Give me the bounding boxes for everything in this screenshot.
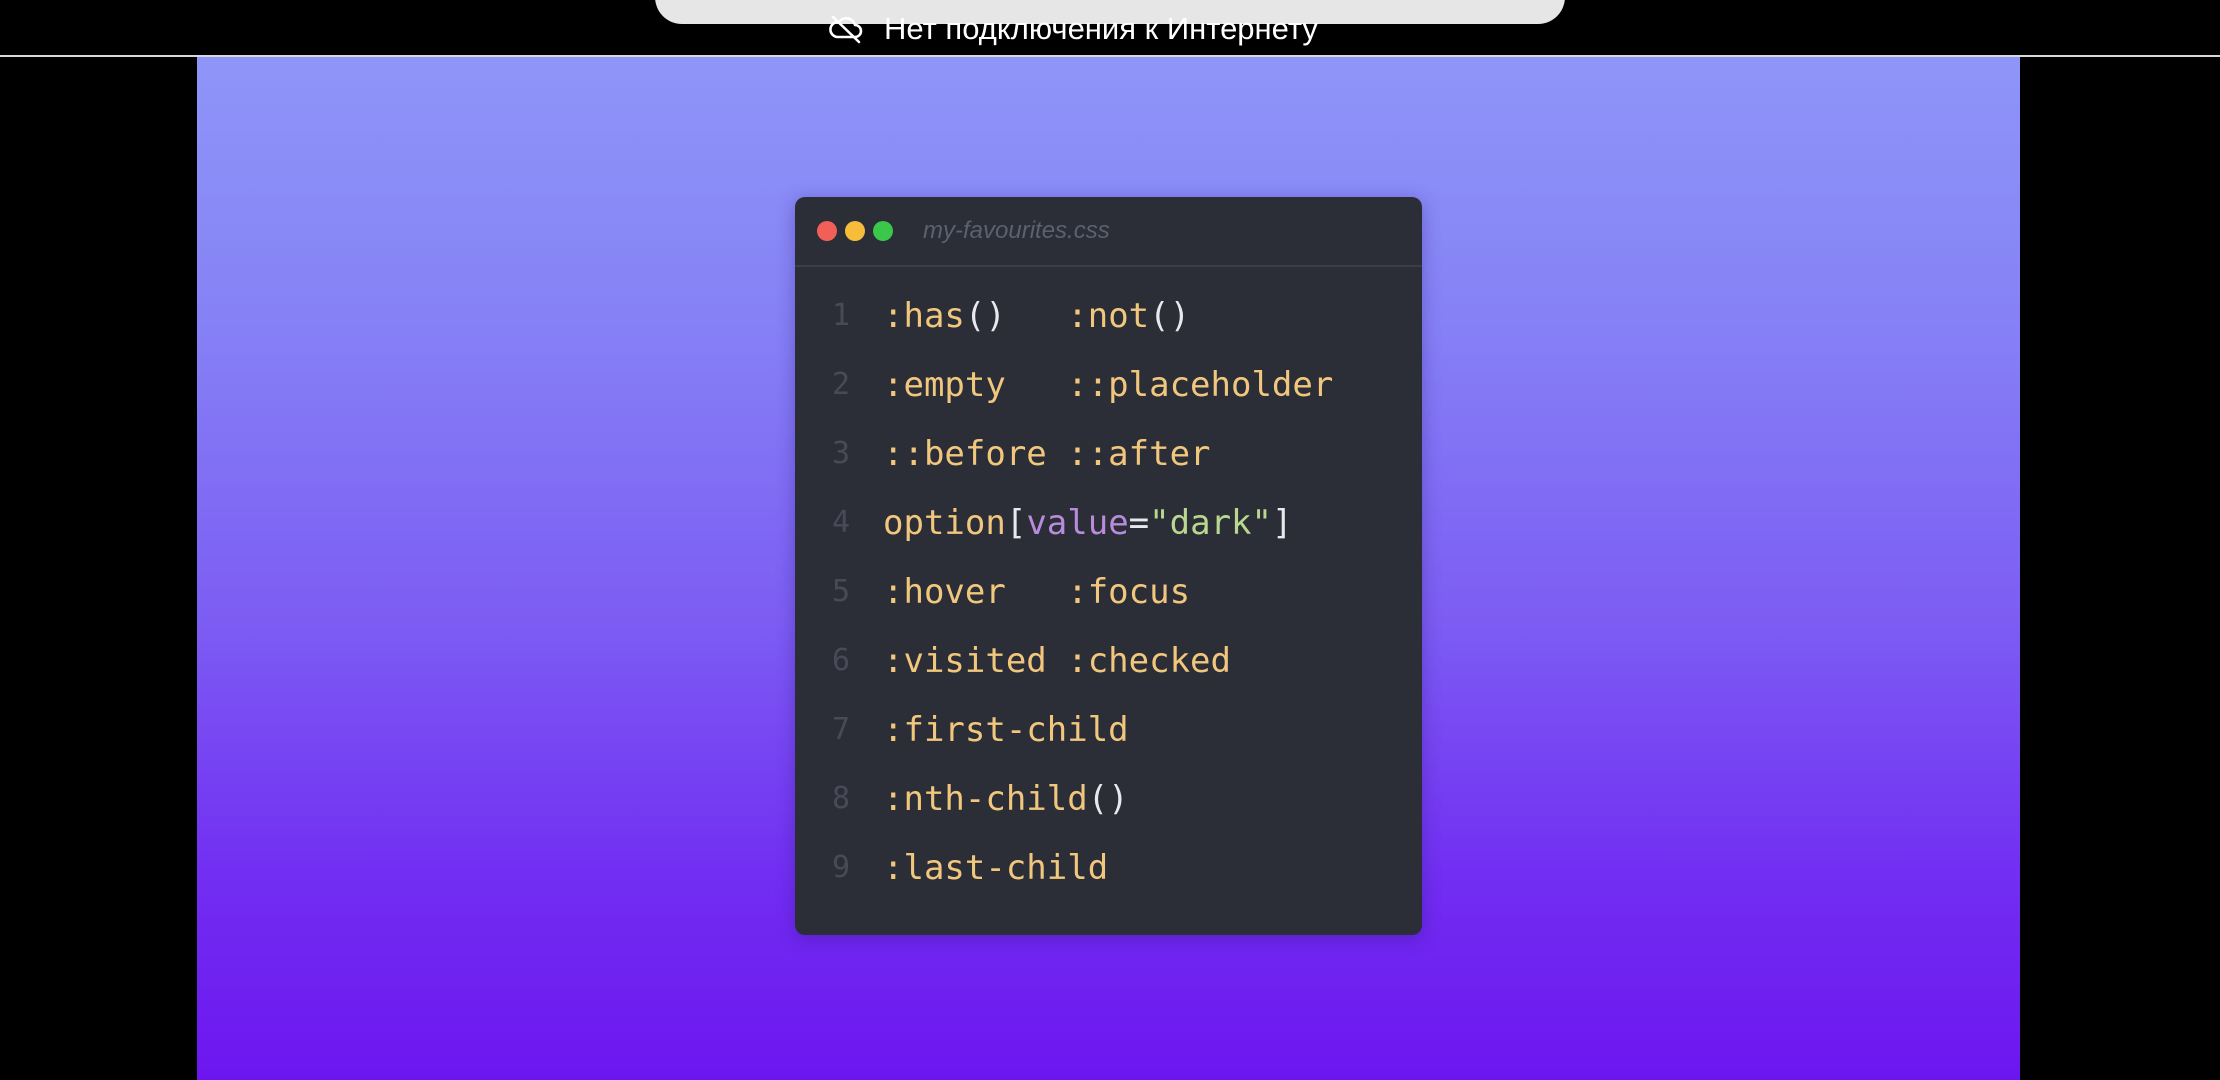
code-token-paren bbox=[1006, 296, 1067, 336]
code-token-selector: :checked bbox=[1067, 640, 1231, 681]
code-token-attr: value bbox=[1026, 502, 1129, 543]
screen: Нет подключения к Интернету my-favourite… bbox=[0, 0, 2220, 1080]
code-token-selector: :not bbox=[1067, 295, 1150, 336]
cloud-off-icon bbox=[828, 14, 864, 44]
code-token-selector: :visited bbox=[883, 640, 1068, 681]
code-token-selector: :first-child bbox=[883, 709, 1129, 750]
line-number: 6 bbox=[831, 643, 850, 678]
code-line: 5 :hover :focus bbox=[795, 557, 1422, 626]
video-frame[interactable]: my-favourites.css 1:has() :not() 2:empty … bbox=[197, 57, 2020, 1080]
code-line: 2 :empty ::placeholder bbox=[795, 350, 1422, 419]
line-number: 7 bbox=[831, 712, 850, 747]
code-token-selector: :nth-child bbox=[883, 778, 1088, 819]
editor-filename: my-favourites.css bbox=[923, 217, 1110, 244]
minimize-dot-icon bbox=[845, 221, 865, 241]
connection-status: Нет подключения к Интернету bbox=[828, 8, 1318, 50]
line-number: 1 bbox=[831, 298, 850, 333]
line-number: 4 bbox=[831, 505, 850, 540]
code-line: 6 :visited :checked bbox=[795, 626, 1422, 695]
editor-titlebar: my-favourites.css bbox=[795, 197, 1422, 267]
code-line: 4 option[value = "dark"] bbox=[795, 488, 1422, 557]
connection-status-text: Нет подключения к Интернету bbox=[884, 11, 1318, 46]
code-line: 8 :nth-child() bbox=[795, 764, 1422, 833]
code-token-paren: [ bbox=[1005, 502, 1027, 543]
code-body: 1:has() :not() 2:empty ::placeholder 3::be… bbox=[795, 267, 1422, 902]
code-editor-window: my-favourites.css 1:has() :not() 2:empty … bbox=[795, 197, 1422, 935]
code-token-selector: :last-child bbox=[883, 847, 1109, 888]
status-bar: Нет подключения к Интернету bbox=[0, 0, 2220, 55]
line-number: 5 bbox=[831, 574, 850, 609]
code-line: 9 :last-child bbox=[795, 833, 1422, 902]
code-token-paren: () bbox=[964, 295, 1006, 336]
line-number: 8 bbox=[831, 781, 850, 816]
code-line: 3::before ::after bbox=[795, 419, 1422, 488]
line-number: 3 bbox=[831, 436, 850, 471]
code-token-selector: :hover bbox=[883, 571, 1068, 612]
code-token-selector: ::after bbox=[1067, 433, 1211, 474]
line-number: 2 bbox=[831, 367, 850, 402]
code-token-selector: :empty bbox=[883, 364, 1068, 405]
code-token-selector: ::before bbox=[883, 433, 1068, 474]
code-line: 1:has() :not() bbox=[795, 281, 1422, 350]
maximize-dot-icon bbox=[873, 221, 893, 241]
code-line: 7 :first-child bbox=[795, 695, 1422, 764]
code-token-selector: :focus bbox=[1067, 571, 1191, 612]
code-token-selector: ::placeholder bbox=[1067, 364, 1334, 405]
code-token-paren: ] bbox=[1271, 502, 1293, 543]
code-token-selector: :has bbox=[883, 295, 965, 336]
code-token-op: = bbox=[1128, 502, 1150, 543]
close-dot-icon bbox=[817, 221, 837, 241]
code-token-paren: () bbox=[1149, 295, 1191, 336]
code-token-string: "dark" bbox=[1149, 502, 1272, 543]
code-token-paren: () bbox=[1087, 778, 1129, 819]
code-token-selector: option bbox=[883, 502, 1006, 543]
line-number: 9 bbox=[831, 850, 850, 885]
